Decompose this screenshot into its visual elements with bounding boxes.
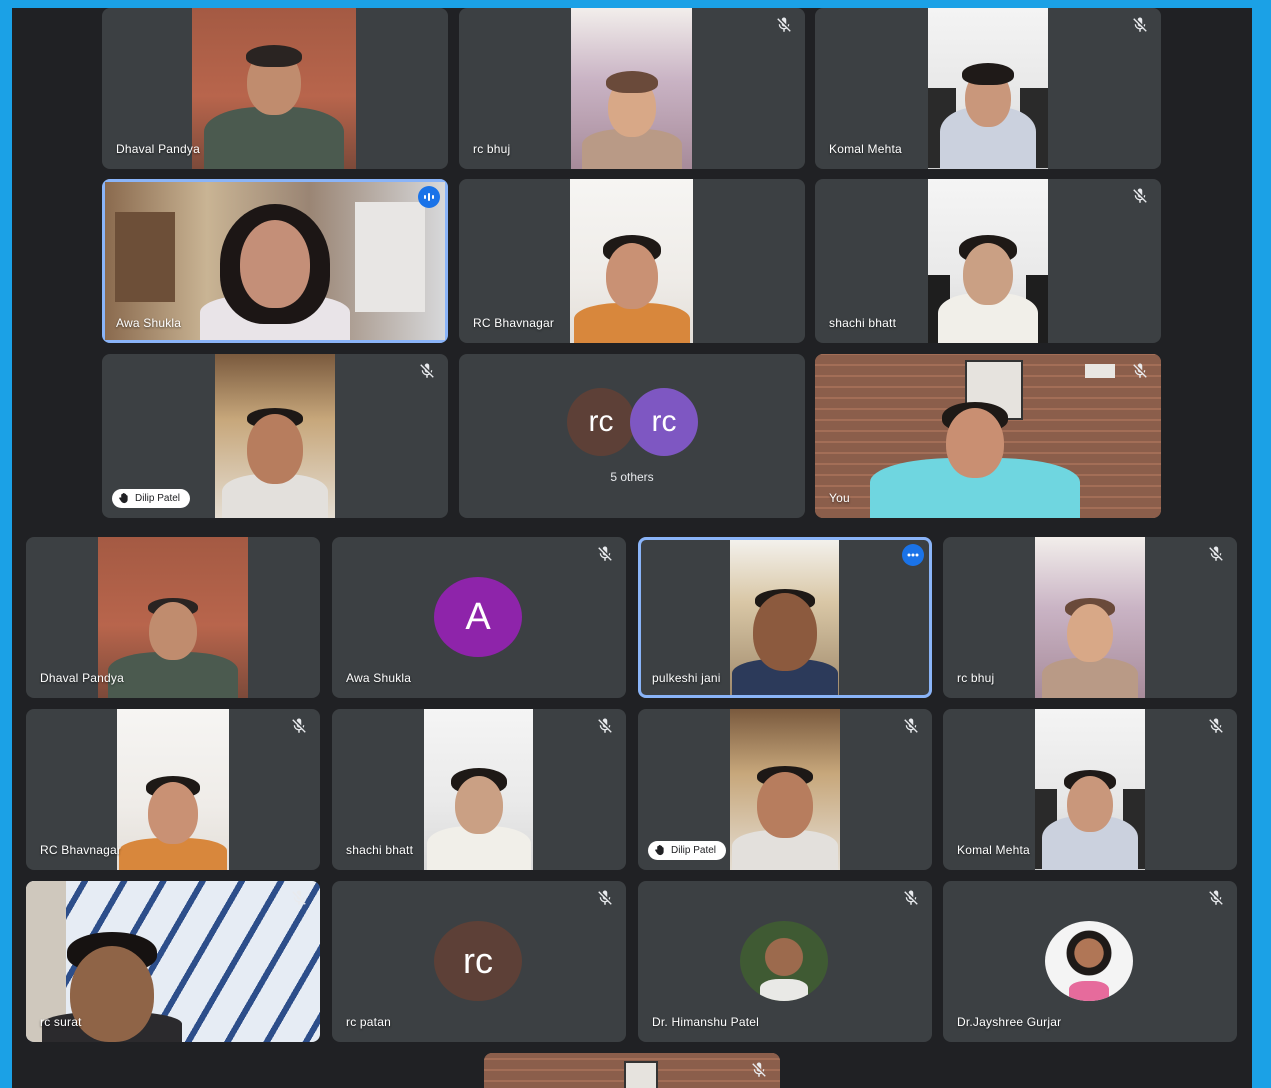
participant-name: shachi bhatt — [346, 843, 414, 857]
participant-name: RC Bhavnagar — [473, 316, 555, 330]
participant-tile[interactable]: Dhaval Pandya — [102, 8, 448, 169]
others-count: 5 others — [610, 470, 654, 484]
mic-off-icon — [904, 890, 918, 905]
video-feed — [730, 540, 839, 695]
participant-name: Dilip Patel — [671, 845, 717, 856]
participant-name: rc bhuj — [957, 671, 995, 685]
participant-name: Awa Shukla — [116, 316, 182, 330]
others-tile[interactable]: rc rc 5 others — [459, 354, 805, 518]
video-feed — [815, 354, 1161, 518]
participant-tile[interactable]: Komal Mehta — [943, 709, 1237, 870]
participant-tile[interactable]: A Awa Shukla — [332, 537, 626, 698]
participant-name: pulkeshi jani — [652, 671, 721, 685]
participant-tile[interactable]: Dr. Himanshu Patel — [638, 881, 932, 1042]
video-feed — [730, 709, 840, 870]
participant-name: Dr. Himanshu Patel — [652, 1015, 759, 1029]
mic-off-icon — [292, 718, 306, 733]
video-feed — [928, 8, 1048, 169]
participant-name: Komal Mehta — [957, 843, 1030, 857]
more-options-icon[interactable] — [902, 544, 924, 566]
participant-tile-partial[interactable] — [484, 1053, 780, 1088]
meeting-frame: Dhaval Pandya rc bhuj Komal Mehta Awa Sh… — [12, 8, 1252, 1088]
mic-off-icon — [752, 1062, 766, 1077]
participant-tile[interactable]: shachi bhatt — [815, 179, 1161, 343]
participant-name: rc surat — [40, 1015, 82, 1029]
video-feed — [1035, 537, 1145, 698]
participant-tile[interactable]: Komal Mehta — [815, 8, 1161, 169]
mic-off-icon — [598, 718, 612, 733]
participant-tile[interactable]: rc bhuj — [943, 537, 1237, 698]
participant-name: Dhaval Pandya — [40, 671, 124, 685]
mic-off-icon — [1133, 17, 1147, 32]
video-feed — [570, 179, 693, 343]
participant-name: RC Bhavnagar — [40, 843, 122, 857]
participant-tile[interactable]: shachi bhatt — [332, 709, 626, 870]
mic-off-icon — [1209, 890, 1223, 905]
participant-tile[interactable]: Dr.Jayshree Gurjar — [943, 881, 1237, 1042]
video-feed — [484, 1053, 780, 1088]
mic-off-icon — [1133, 188, 1147, 203]
participant-name: You — [829, 491, 850, 505]
mic-off-icon — [1209, 546, 1223, 561]
video-feed — [1035, 709, 1145, 870]
mic-off-icon — [420, 363, 434, 378]
mic-off-icon — [1133, 363, 1147, 378]
audio-wave-icon — [418, 186, 440, 208]
raised-hand-icon — [655, 845, 664, 856]
participant-tile[interactable]: RC Bhavnagar — [26, 709, 320, 870]
mic-off-icon — [1209, 718, 1223, 733]
avatar: rc — [434, 921, 522, 1001]
video-feed — [928, 179, 1048, 343]
participant-tile[interactable]: rc bhuj — [459, 8, 805, 169]
mic-off-icon — [904, 718, 918, 733]
raised-hand-pill: Dilip Patel — [112, 489, 191, 508]
mic-off-icon — [777, 17, 791, 32]
participant-tile[interactable]: rc surat — [26, 881, 320, 1042]
mic-off-icon — [598, 890, 612, 905]
participant-tile[interactable]: Dilip Patel — [102, 354, 448, 518]
video-feed — [215, 354, 335, 518]
avatar: A — [434, 577, 522, 657]
participant-name: Dr.Jayshree Gurjar — [957, 1015, 1062, 1029]
video-feed — [571, 8, 692, 169]
avatar: rc — [630, 388, 698, 456]
video-feed — [117, 709, 229, 870]
participant-tile-self[interactable]: You — [815, 354, 1161, 518]
raised-hand-icon — [119, 493, 128, 504]
participant-name: Komal Mehta — [829, 142, 902, 156]
participant-name: shachi bhatt — [829, 316, 897, 330]
participant-tile[interactable]: RC Bhavnagar — [459, 179, 805, 343]
participant-tile-highlighted[interactable]: pulkeshi jani — [638, 537, 932, 698]
participant-name: Awa Shukla — [346, 671, 412, 685]
raised-hand-pill: Dilip Patel — [648, 841, 727, 860]
avatar — [740, 921, 828, 1001]
participant-tile-speaking[interactable]: Awa Shukla — [102, 179, 448, 343]
video-feed — [192, 8, 356, 169]
video-feed — [424, 709, 533, 870]
avatar — [1045, 921, 1133, 1001]
avatar: rc — [567, 388, 635, 456]
mic-off-icon — [292, 890, 306, 905]
participant-name: rc bhuj — [473, 142, 511, 156]
participant-name: Dilip Patel — [135, 493, 181, 504]
participant-tile[interactable]: Dhaval Pandya — [26, 537, 320, 698]
participant-name: Dhaval Pandya — [116, 142, 200, 156]
participant-tile[interactable]: Dilip Patel — [638, 709, 932, 870]
mic-off-icon — [598, 546, 612, 561]
participant-name: rc patan — [346, 1015, 391, 1029]
participant-tile[interactable]: rc rc patan — [332, 881, 626, 1042]
